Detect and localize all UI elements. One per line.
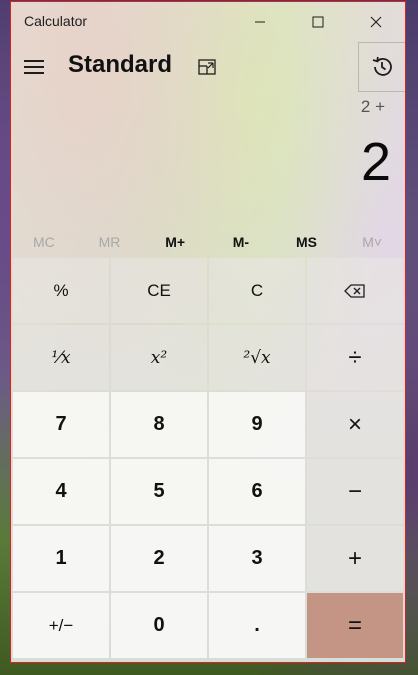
maximize-icon: [312, 16, 324, 28]
clear-entry-button[interactable]: CE: [111, 258, 207, 323]
history-button[interactable]: [358, 42, 405, 92]
digit-7-button[interactable]: 7: [13, 392, 109, 457]
memory-subtract-button[interactable]: M-: [208, 234, 274, 250]
divide-button[interactable]: ÷: [307, 325, 403, 390]
digit-1-button[interactable]: 1: [13, 526, 109, 591]
mode-title: Standard: [68, 51, 173, 78]
backspace-icon: [344, 283, 365, 298]
digit-4-button[interactable]: 4: [13, 459, 109, 524]
memory-add-button[interactable]: M+: [142, 234, 208, 250]
digit-8-button[interactable]: 8: [111, 392, 207, 457]
memory-recall-button[interactable]: MR: [77, 234, 143, 250]
equals-button[interactable]: =: [307, 593, 403, 658]
keep-on-top-icon: [198, 59, 216, 75]
negate-button[interactable]: +/−: [13, 593, 109, 658]
plus-button[interactable]: +: [307, 526, 403, 591]
header: Standard: [11, 42, 405, 98]
keep-on-top-button[interactable]: [197, 57, 219, 79]
calculator-window: Calculator Standard 2 + 2 MC MR M+ M- MS…: [10, 1, 406, 663]
app-title: Calculator: [24, 13, 88, 29]
history-icon: [372, 56, 392, 76]
digit-9-button[interactable]: 9: [209, 392, 305, 457]
memory-row: MC MR M+ M- MS M˅: [11, 224, 405, 260]
minimize-button[interactable]: [231, 2, 289, 42]
reciprocal-button[interactable]: ⅟x: [13, 325, 109, 390]
keypad: % CE C ⅟x x² ²√x ÷ 7 8 9 × 4 5 6 − 1 2 3…: [13, 258, 405, 662]
result-display: 2: [360, 132, 391, 192]
multiply-button[interactable]: ×: [307, 392, 403, 457]
maximize-button[interactable]: [289, 2, 347, 42]
minimize-icon: [255, 21, 265, 23]
memory-store-button[interactable]: MS: [274, 234, 340, 250]
percent-button[interactable]: %: [13, 258, 109, 323]
memory-list-button[interactable]: M˅: [339, 234, 405, 250]
close-button[interactable]: [347, 2, 405, 42]
expression-display: 2 +: [360, 97, 385, 116]
digit-5-button[interactable]: 5: [111, 459, 207, 524]
minus-button[interactable]: −: [307, 459, 403, 524]
title-bar: Calculator: [11, 2, 405, 42]
clear-button[interactable]: C: [209, 258, 305, 323]
memory-clear-button[interactable]: MC: [11, 234, 77, 250]
digit-0-button[interactable]: 0: [111, 593, 207, 658]
hamburger-icon[interactable]: [21, 54, 47, 80]
close-icon: [370, 16, 382, 28]
digit-6-button[interactable]: 6: [209, 459, 305, 524]
square-root-button[interactable]: ²√x: [209, 325, 305, 390]
digit-2-button[interactable]: 2: [111, 526, 207, 591]
backspace-button[interactable]: [307, 258, 403, 323]
digit-3-button[interactable]: 3: [209, 526, 305, 591]
decimal-button[interactable]: .: [209, 593, 305, 658]
square-button[interactable]: x²: [111, 325, 207, 390]
